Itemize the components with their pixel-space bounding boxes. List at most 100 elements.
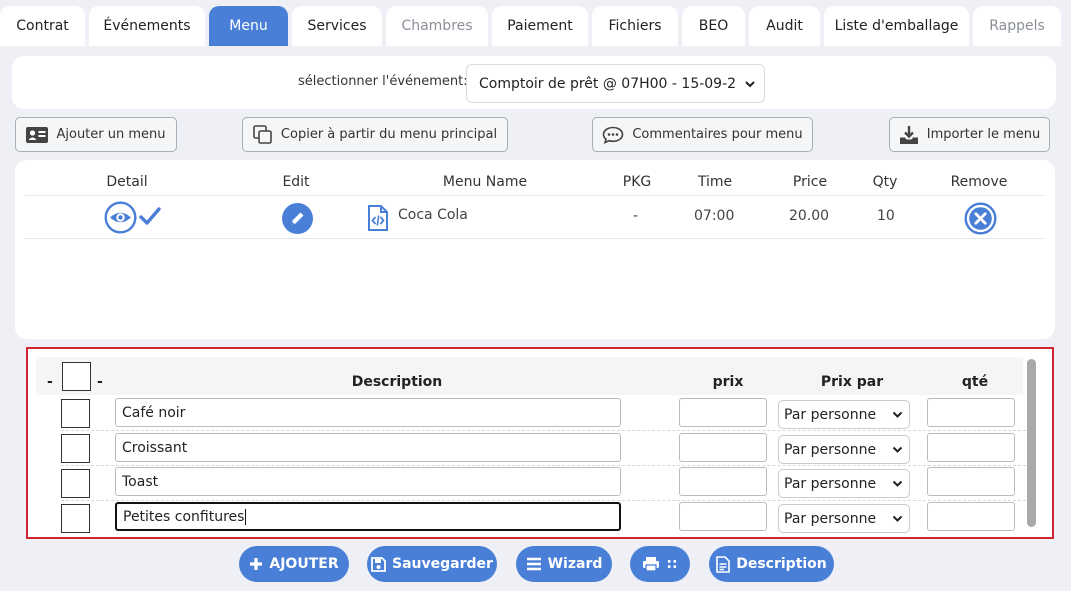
tab-evenements[interactable]: Événements — [89, 6, 205, 46]
wizard-button-label: Wizard — [547, 556, 603, 572]
col-header-description: Description — [351, 374, 443, 390]
import-menu-label: Importer le menu — [926, 127, 1041, 142]
description-input[interactable]: Café noir — [115, 398, 621, 427]
dash-left: - — [47, 374, 53, 390]
price-per-value: Par personne — [784, 406, 877, 423]
tab-beo[interactable]: BEO — [682, 6, 745, 46]
menu-name-cell: Coca Cola — [398, 207, 468, 223]
items-header-row: - - Description prix Prix par qté — [36, 357, 1023, 395]
row-checkbox[interactable] — [61, 504, 90, 533]
tab-chambres[interactable]: Chambres — [386, 6, 488, 46]
tab-contrat[interactable]: Contrat — [0, 6, 85, 46]
price-per-value: Par personne — [784, 441, 877, 458]
price-per-select[interactable]: Par personne — [778, 469, 910, 498]
menu-row-divider — [25, 238, 1045, 239]
row-checkbox[interactable] — [61, 469, 90, 498]
qty-input[interactable] — [927, 467, 1015, 496]
add-menu-label: Ajouter un menu — [56, 127, 166, 142]
contact-card-icon — [26, 126, 49, 143]
code-file-icon — [368, 205, 388, 231]
row-checkbox[interactable] — [61, 399, 90, 428]
row-checkbox[interactable] — [61, 434, 90, 463]
chevron-down-icon — [892, 480, 903, 487]
remove-x-icon[interactable] — [964, 202, 997, 235]
row-divider — [61, 465, 1026, 466]
add-button[interactable]: AJOUTER — [239, 546, 349, 582]
menu-lines-icon — [526, 557, 541, 571]
description-input-focused[interactable]: Petites confitures — [115, 502, 621, 531]
select-all-checkbox[interactable] — [62, 362, 91, 391]
wizard-button[interactable]: Wizard — [516, 546, 612, 582]
copy-main-menu-label: Copier à partir du menu principal — [280, 127, 498, 142]
menu-items-panel: - - Description prix Prix par qté Café n… — [26, 347, 1054, 539]
event-select-label: sélectionner l'événement: — [298, 74, 468, 89]
price-per-value: Par personne — [784, 475, 877, 492]
tab-liste-emballage[interactable]: Liste d'emballage — [824, 6, 969, 46]
add-button-label: AJOUTER — [269, 556, 339, 572]
price-input[interactable] — [679, 433, 767, 462]
menu-time-cell: 07:00 — [694, 208, 735, 224]
qty-input[interactable] — [927, 433, 1015, 462]
description-button-label: Description — [736, 556, 827, 572]
checkmark-icon — [139, 207, 161, 225]
col-header-qte: qté — [961, 374, 989, 390]
tab-menu[interactable]: Menu — [209, 6, 288, 46]
price-per-select[interactable]: Par personne — [778, 504, 910, 533]
comment-icon — [603, 126, 624, 144]
save-button-label: Sauvegarder — [392, 556, 493, 572]
col-header-menu-name: Menu Name — [442, 174, 528, 190]
tab-rappels[interactable]: Rappels — [973, 6, 1061, 46]
tab-services[interactable]: Services — [292, 6, 382, 46]
tab-audit[interactable]: Audit — [749, 6, 820, 46]
copy-main-menu-button[interactable]: Copier à partir du menu principal — [242, 117, 508, 152]
menu-comments-button[interactable]: Commentaires pour menu — [592, 117, 813, 152]
price-per-select[interactable]: Par personne — [778, 400, 910, 429]
col-header-detail: Detail — [106, 174, 148, 190]
menu-pkg-cell: - — [633, 208, 639, 224]
price-input[interactable] — [679, 467, 767, 496]
tab-bar: Contrat Événements Menu Services Chambre… — [0, 6, 1071, 46]
edit-pencil-icon[interactable] — [282, 203, 313, 234]
print-button[interactable]: :: — [630, 546, 690, 582]
col-header-qty: Qty — [872, 174, 898, 190]
price-input[interactable] — [679, 502, 767, 531]
col-header-edit: Edit — [282, 174, 310, 190]
col-header-prix: prix — [712, 374, 744, 390]
download-tray-icon — [899, 125, 918, 144]
description-value: Petites confitures — [123, 508, 245, 525]
menu-table: Detail Edit Menu Name PKG Time Price Qty… — [15, 160, 1055, 339]
tab-fichiers[interactable]: Fichiers — [592, 6, 678, 46]
description-input[interactable]: Toast — [115, 467, 621, 496]
row-divider — [61, 500, 1026, 501]
chevron-down-icon — [745, 81, 755, 88]
add-menu-button[interactable]: Ajouter un menu — [15, 117, 177, 152]
menu-qty-cell: 10 — [877, 208, 895, 224]
printer-icon — [643, 557, 660, 572]
col-header-price: Price — [792, 174, 828, 190]
tab-paiement[interactable]: Paiement — [492, 6, 588, 46]
col-header-pkg: PKG — [622, 174, 652, 190]
floppy-disk-icon — [371, 556, 386, 572]
event-select-value: Comptoir de prêt @ 07H00 - 15-09-2 — [479, 75, 737, 92]
event-selector-card: sélectionner l'événement: Comptoir de pr… — [12, 56, 1056, 109]
chevron-down-icon — [892, 411, 903, 418]
description-button[interactable]: Description — [709, 546, 834, 582]
price-input[interactable] — [679, 398, 767, 427]
save-button[interactable]: Sauvegarder — [367, 546, 497, 582]
price-per-value: Par personne — [784, 510, 877, 527]
menu-header-divider — [25, 195, 1045, 196]
description-input[interactable]: Croissant — [115, 433, 621, 462]
eye-icon[interactable] — [104, 201, 137, 234]
price-per-select[interactable]: Par personne — [778, 435, 910, 464]
col-header-time: Time — [697, 174, 733, 190]
qty-input[interactable] — [927, 398, 1015, 427]
print-button-label: :: — [666, 556, 678, 572]
row-divider — [61, 430, 1026, 431]
import-menu-button[interactable]: Importer le menu — [889, 117, 1050, 152]
dash-right: - — [97, 374, 103, 390]
qty-input[interactable] — [927, 502, 1015, 531]
items-scrollbar[interactable] — [1027, 359, 1036, 527]
event-select[interactable]: Comptoir de prêt @ 07H00 - 15-09-2 — [466, 64, 765, 103]
copy-icon — [253, 124, 272, 144]
menu-price-cell: 20.00 — [789, 208, 830, 224]
